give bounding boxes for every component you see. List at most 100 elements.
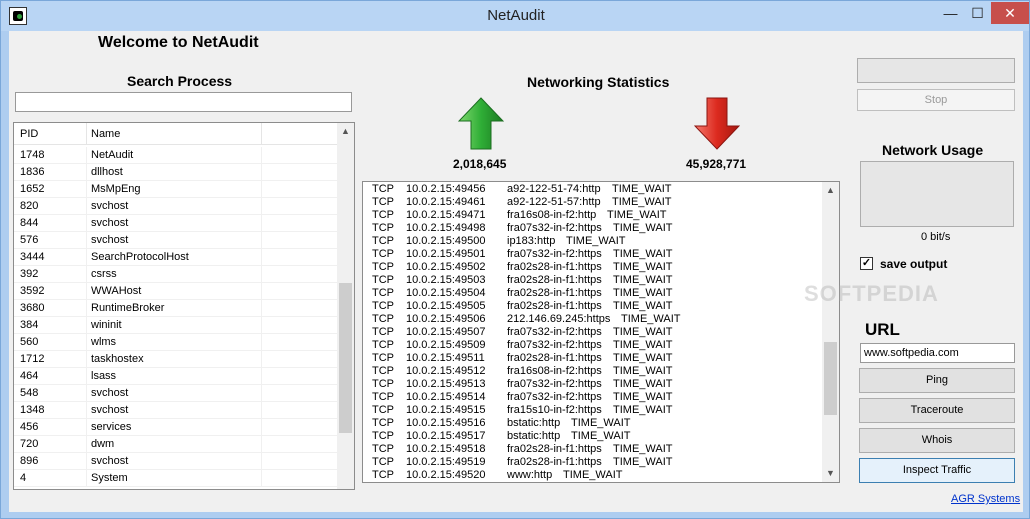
table-row[interactable]: 392 csrss (14, 266, 338, 283)
table-row[interactable]: 844 svchost (14, 215, 338, 232)
table-row[interactable]: 560 wlms (14, 334, 338, 351)
status-box (857, 58, 1015, 83)
whois-button[interactable]: Whois (859, 428, 1015, 453)
table-row[interactable]: 820 svchost (14, 198, 338, 215)
name-cell: dwm (91, 438, 115, 450)
local-address-cell: 10.0.2.15:49471 (406, 209, 486, 221)
pid-cell: 548 (20, 387, 39, 399)
save-output-label: save output (880, 257, 948, 271)
remote-address-cell: 212.146.69.245:https (507, 313, 611, 325)
list-item[interactable]: TCP 10.0.2.15:49471 fra16s08-in-f2:http TIM… (363, 209, 823, 222)
list-item[interactable]: TCP 10.0.2.15:49519 fra02s28-in-f1:https TI… (363, 456, 823, 469)
list-item[interactable]: TCP 10.0.2.15:49504 fra02s28-in-f1:https TI… (363, 287, 823, 300)
list-item[interactable]: TCP 10.0.2.15:49506 212.146.69.245:https TI… (363, 313, 823, 326)
table-row[interactable]: 464 lsass (14, 368, 338, 385)
scroll-up-icon[interactable]: ▲ (822, 182, 839, 199)
list-item[interactable]: TCP 10.0.2.15:49515 fra15s10-in-f2:https TI… (363, 404, 823, 417)
close-button[interactable]: ✕ (991, 2, 1029, 24)
traceroute-button[interactable]: Traceroute (859, 398, 1015, 423)
table-row[interactable]: 1652 MsMpEng (14, 181, 338, 198)
process-list[interactable]: PID Name 1748 NetAudit 1836 dllhost 1652 MsMp… (13, 122, 355, 490)
pid-cell: 576 (20, 234, 39, 246)
agr-systems-link[interactable]: AGR Systems (951, 493, 1020, 505)
table-row[interactable]: 720 dwm (14, 436, 338, 453)
pid-cell: 820 (20, 200, 39, 212)
name-cell: taskhostex (91, 353, 144, 365)
client-area: Welcome to NetAudit Search Process PID N… (9, 31, 1023, 512)
url-input[interactable]: www.softpedia.com (860, 343, 1015, 363)
list-item[interactable]: TCP 10.0.2.15:49502 fra02s28-in-f1:https TI… (363, 261, 823, 274)
inspect-traffic-button[interactable]: Inspect Traffic (859, 458, 1015, 483)
name-cell: svchost (91, 217, 129, 229)
remote-address-cell: www:http (507, 469, 553, 481)
list-item[interactable]: TCP 10.0.2.15:49520 www:http TIME_WAIT (363, 469, 823, 482)
list-item[interactable]: TCP 10.0.2.15:49498 fra07s32-in-f2:https TI… (363, 222, 823, 235)
remote-address-cell: fra02s28-in-f1:https (507, 456, 602, 468)
search-process-input[interactable] (15, 92, 352, 112)
stop-button[interactable]: Stop (857, 89, 1015, 111)
list-item[interactable]: TCP 10.0.2.15:49513 fra07s32-in-f2:https TI… (363, 378, 823, 391)
pid-cell: 384 (20, 319, 39, 331)
list-item[interactable]: TCP 10.0.2.15:49514 fra07s32-in-f2:https TI… (363, 391, 823, 404)
ping-button[interactable]: Ping (859, 368, 1015, 393)
table-row[interactable]: 548 svchost (14, 385, 338, 402)
softpedia-watermark: SOFTPEDIA (804, 281, 939, 306)
list-item[interactable]: TCP 10.0.2.15:49461 a92-122-51-57:http TIME… (363, 196, 823, 209)
list-item[interactable]: TCP 10.0.2.15:49511 fra02s28-in-f1:https TI… (363, 352, 823, 365)
state-cell: TIME_WAIT (613, 261, 673, 273)
table-row[interactable]: 1748 NetAudit (14, 147, 338, 164)
pid-cell: 3592 (20, 285, 45, 297)
list-item[interactable]: TCP 10.0.2.15:49505 fra02s28-in-f1:https TI… (363, 300, 823, 313)
table-row[interactable]: 3680 RuntimeBroker (14, 300, 338, 317)
table-row[interactable]: 4 System (14, 470, 338, 487)
column-header-name[interactable]: Name (91, 128, 120, 140)
name-cell: csrss (91, 268, 117, 280)
checkbox-check-icon[interactable]: ✓ (860, 257, 873, 270)
name-cell: System (91, 472, 128, 484)
name-cell: svchost (91, 404, 129, 416)
table-row[interactable]: 1712 taskhostex (14, 351, 338, 368)
maximize-button[interactable]: ☐ (964, 2, 991, 24)
table-row[interactable]: 384 wininit (14, 317, 338, 334)
protocol-cell: TCP (372, 209, 394, 221)
table-row[interactable]: 1348 svchost (14, 402, 338, 419)
list-item[interactable]: TCP 10.0.2.15:49500 ip183:http TIME_WAIT (363, 235, 823, 248)
scroll-down-icon[interactable]: ▼ (822, 465, 839, 482)
process-list-scrollbar[interactable]: ▲ (337, 123, 354, 489)
column-header-pid[interactable]: PID (20, 128, 38, 140)
table-row[interactable]: 896 svchost (14, 453, 338, 470)
connections-list[interactable]: TCP 10.0.2.15:49456 a92-122-51-74:http TIME… (362, 181, 840, 483)
pid-cell: 464 (20, 370, 39, 382)
local-address-cell: 10.0.2.15:49516 (406, 417, 486, 429)
remote-address-cell: fra02s28-in-f1:https (507, 443, 602, 455)
local-address-cell: 10.0.2.15:49515 (406, 404, 486, 416)
list-item[interactable]: TCP 10.0.2.15:49517 bstatic:http TIME_WAIT (363, 430, 823, 443)
name-cell: svchost (91, 200, 129, 212)
table-row[interactable]: 1836 dllhost (14, 164, 338, 181)
list-item[interactable]: TCP 10.0.2.15:49507 fra07s32-in-f2:https TI… (363, 326, 823, 339)
list-item[interactable]: TCP 10.0.2.15:49516 bstatic:http TIME_WAIT (363, 417, 823, 430)
list-item[interactable]: TCP 10.0.2.15:49509 fra07s32-in-f2:https TI… (363, 339, 823, 352)
remote-address-cell: fra02s28-in-f1:https (507, 300, 602, 312)
connections-scrollbar[interactable]: ▲ ▼ (822, 182, 839, 482)
table-row[interactable]: 3592 WWAHost (14, 283, 338, 300)
list-item[interactable]: TCP 10.0.2.15:49456 a92-122-51-74:http TIME… (363, 183, 823, 196)
pid-cell: 896 (20, 455, 39, 467)
table-row[interactable]: 3444 SearchProtocolHost (14, 249, 338, 266)
list-item[interactable]: TCP 10.0.2.15:49503 fra02s28-in-f1:https TI… (363, 274, 823, 287)
scroll-thumb[interactable] (824, 342, 837, 415)
minimize-button[interactable]: — (937, 2, 964, 24)
scroll-up-icon[interactable]: ▲ (337, 123, 354, 140)
scroll-thumb[interactable] (339, 283, 352, 433)
list-item[interactable]: TCP 10.0.2.15:49512 fra16s08-in-f2:https TI… (363, 365, 823, 378)
table-row[interactable]: 576 svchost (14, 232, 338, 249)
list-item[interactable]: TCP 10.0.2.15:49518 fra02s28-in-f1:https TI… (363, 443, 823, 456)
protocol-cell: TCP (372, 248, 394, 260)
local-address-cell: 10.0.2.15:49507 (406, 326, 486, 338)
search-process-heading: Search Process (127, 73, 233, 89)
pid-cell: 1748 (20, 149, 45, 161)
table-row[interactable]: 456 services (14, 419, 338, 436)
name-cell: dllhost (91, 166, 123, 178)
pid-cell: 1836 (20, 166, 45, 178)
list-item[interactable]: TCP 10.0.2.15:49501 fra07s32-in-f2:https TI… (363, 248, 823, 261)
